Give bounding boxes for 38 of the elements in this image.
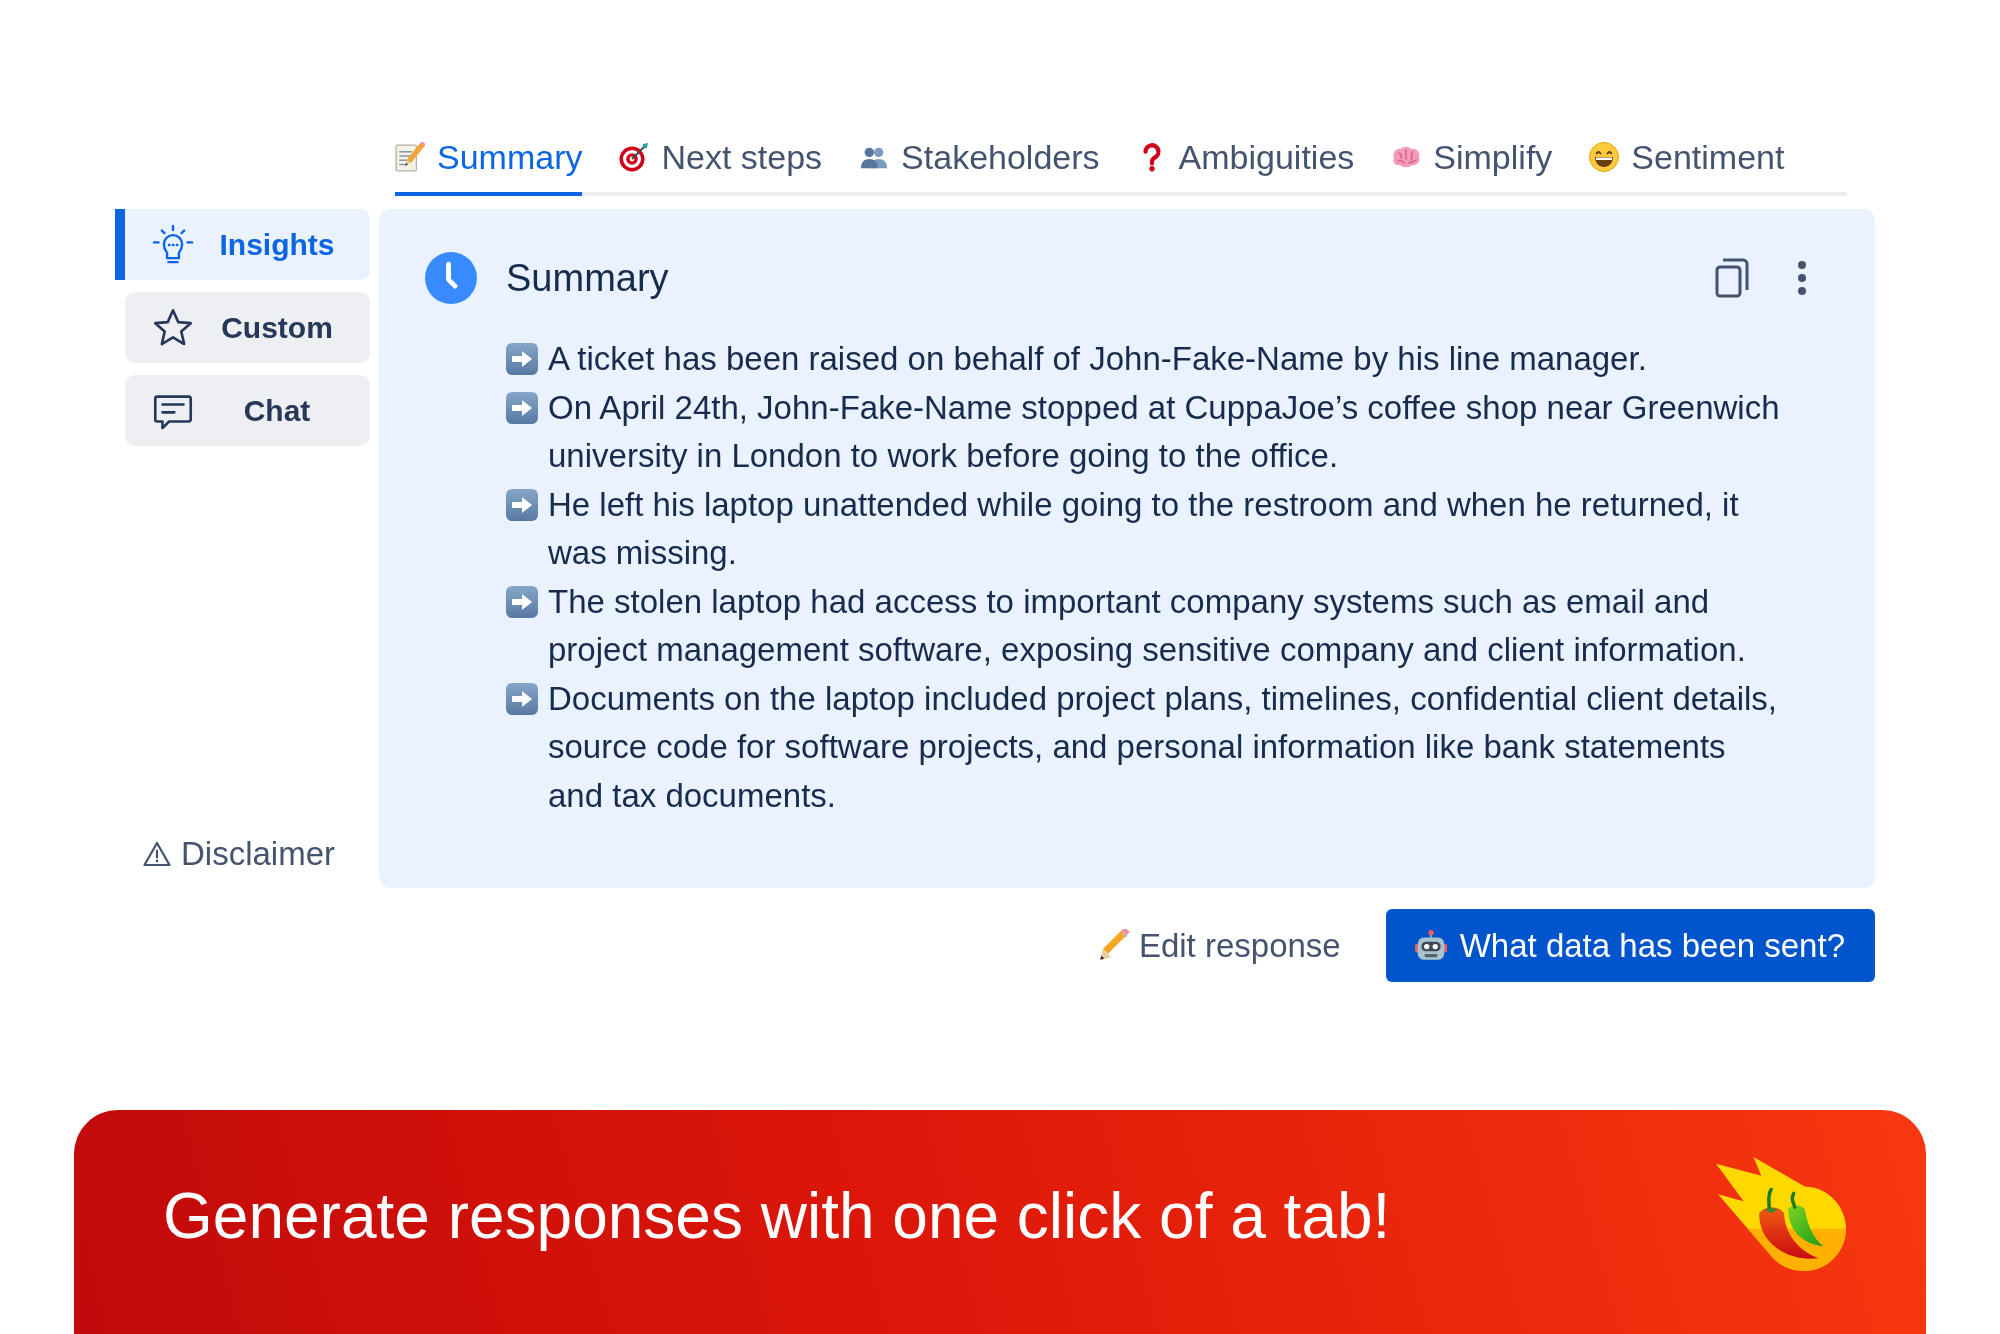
tab-label: Simplify [1433,137,1553,177]
tab-label: Stakeholders [901,137,1100,177]
tab-label: Next steps [661,137,823,177]
grinning-face-icon [1589,142,1620,172]
tab[interactable]: Simplify [1391,137,1553,196]
sidebar-item[interactable]: Chat [125,375,370,446]
sidebar-item[interactable]: Custom [125,292,370,363]
robot-icon [1413,928,1448,963]
notepad-pencil-icon [395,142,425,172]
lightbulb-icon [152,223,194,266]
summary-point: On April 24th, John-Fake-Name stopped at CuppaJoe’s coffee shop near Greenwich university in London to work before going to the office. [548,387,1781,476]
sidebar-item[interactable]: Insights [115,209,370,280]
tab[interactable]: Ambiguities [1136,137,1355,196]
banner-headline: Generate responses with one click of a tab! [163,1179,1391,1253]
clock-icon [425,252,477,304]
tab[interactable]: Sentiment [1589,137,1785,196]
warning-icon [143,841,171,867]
sidebar-item-label: Custom [220,310,334,345]
summary-point: A ticket has been raised on behalf of John-Fake-Name by his line manager. [548,339,1648,379]
more-icon[interactable] [1797,260,1807,296]
tab-label: Sentiment [1631,137,1785,177]
tab[interactable]: Summary [395,137,583,196]
disclaimer-label: Disclaimer [181,834,335,874]
tab[interactable]: Stakeholders [859,137,1100,196]
summary-point: The stolen laptop had access to important company systems such as email and project management software, exposing sensitive company and client information. [548,581,1747,670]
summary-point: He left his laptop unattended while going to the restroom and when he returned, it was missing. [548,484,1740,573]
sidebar-item-label: Insights [218,227,336,262]
summary-point: Documents on the laptop included project plans, timelines, confidential client details, source code for software projects, and personal information like bank statements and tax documents. [548,678,1779,816]
tab-label: Ambiguities [1178,137,1355,177]
tab[interactable]: Next steps [619,137,823,196]
target-dart-icon [619,142,650,172]
sidebar-item-label: Chat [242,393,312,428]
copy-icon[interactable] [1715,258,1749,298]
data-sent-button[interactable]: What data has been sent? [1385,909,1875,982]
edit-response-button[interactable]: Edit response [1096,926,1341,965]
card-title: Summary [506,256,670,300]
disclaimer-link[interactable]: Disclaimer [143,834,335,874]
tab-label: Summary [437,137,583,177]
